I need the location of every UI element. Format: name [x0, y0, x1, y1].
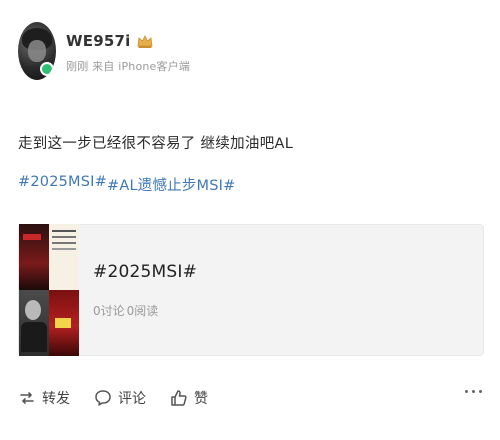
- hashtag-list: #2025MSI# #AL遗憾止步MSI#: [18, 174, 236, 195]
- hashtag-al-eliminated[interactable]: #AL遗憾止步MSI#: [107, 174, 236, 195]
- comment-icon: [95, 390, 111, 406]
- avatar-face: [28, 40, 46, 62]
- more-icon[interactable]: [465, 390, 482, 393]
- more-dot: [479, 390, 482, 393]
- thumbnail-1: [19, 224, 49, 290]
- thumbnail-3: [19, 290, 49, 356]
- thumbnail-2: [49, 224, 79, 290]
- username[interactable]: WE957i: [66, 32, 130, 50]
- thumbnail-4: [49, 290, 79, 356]
- repost-label: 转发: [42, 391, 70, 407]
- user-info: WE957i 刚刚 来自 iPhone客户端: [66, 32, 190, 74]
- hashtag-2025msi[interactable]: #2025MSI#: [18, 174, 107, 195]
- weibo-post: WE957i 刚刚 来自 iPhone客户端 走到这一步已经很不容易了 继续加油…: [0, 0, 500, 440]
- verified-badge-icon: [40, 62, 54, 76]
- topic-reads: 0阅读: [126, 303, 159, 318]
- more-dot: [465, 390, 468, 393]
- post-meta: 刚刚 来自 iPhone客户端: [66, 60, 191, 73]
- more-dot: [472, 390, 475, 393]
- topic-stats: 0讨论 0阅读: [93, 302, 197, 319]
- comment-button[interactable]: 评论: [94, 388, 146, 408]
- like-label: 赞: [194, 391, 208, 407]
- action-bar: 转发 评论 赞: [18, 388, 208, 408]
- topic-info: #2025MSI# 0讨论 0阅读: [93, 262, 197, 319]
- like-icon: [171, 390, 187, 406]
- name-row: WE957i: [66, 32, 190, 50]
- repost-icon: [20, 392, 34, 404]
- topic-discussions: 0讨论: [93, 303, 125, 318]
- topic-thumbnail: [19, 224, 79, 356]
- comment-label: 评论: [118, 391, 146, 407]
- post-header: WE957i 刚刚 来自 iPhone客户端: [18, 22, 190, 80]
- topic-card[interactable]: #2025MSI# 0讨论 0阅读: [18, 224, 484, 356]
- post-text: 走到这一步已经很不容易了 继续加油吧AL: [18, 136, 294, 152]
- avatar[interactable]: [18, 22, 56, 80]
- topic-title: #2025MSI#: [93, 261, 198, 282]
- repost-button[interactable]: 转发: [18, 388, 70, 408]
- like-button[interactable]: 赞: [170, 388, 208, 408]
- crown-icon: [138, 35, 153, 48]
